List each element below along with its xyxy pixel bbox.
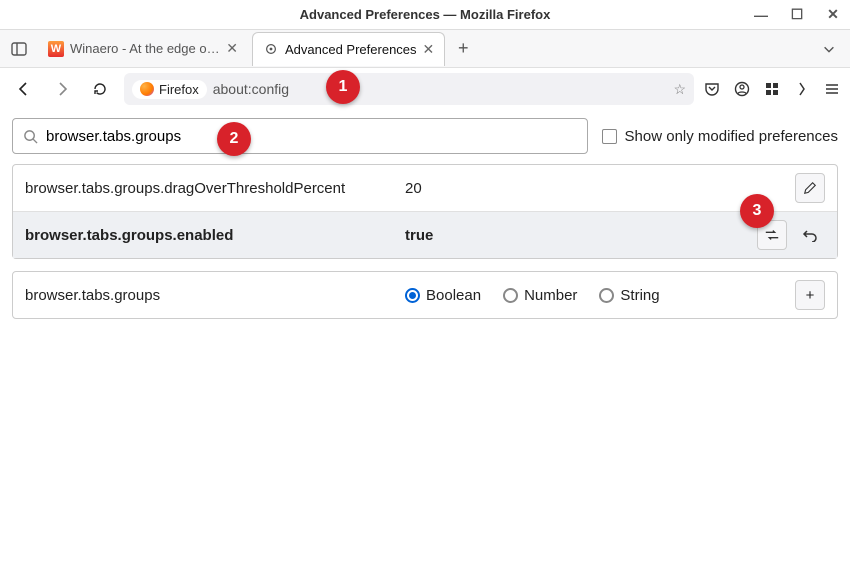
tab-advanced-preferences[interactable]: Advanced Preferences ✕ <box>252 32 445 66</box>
bookmark-star-icon[interactable]: ☆ <box>673 81 686 98</box>
pencil-icon <box>803 181 817 195</box>
pref-name: browser.tabs.groups.enabled <box>25 227 395 244</box>
maximize-button[interactable]: ☐ <box>786 6 808 23</box>
modified-label: Show only modified preferences <box>625 128 838 145</box>
tab-label: Advanced Preferences <box>285 42 417 57</box>
preference-row[interactable]: browser.tabs.groups.dragOverThresholdPer… <box>13 165 837 211</box>
radio-icon <box>405 288 420 303</box>
add-button[interactable]: + <box>795 280 825 310</box>
toggle-icon <box>764 228 780 242</box>
account-icon[interactable] <box>734 81 750 97</box>
gear-icon <box>263 41 279 57</box>
back-button[interactable] <box>10 75 38 103</box>
marker-1: 1 <box>326 70 360 104</box>
search-icon <box>23 129 38 144</box>
checkbox-icon[interactable] <box>602 129 617 144</box>
new-pref-name: browser.tabs.groups <box>25 287 395 304</box>
radio-string[interactable]: String <box>599 287 659 304</box>
tab-winaero[interactable]: W Winaero - At the edge of tw ✕ <box>38 32 248 66</box>
new-tab-button[interactable]: + <box>449 35 477 63</box>
tabs-overflow-icon[interactable] <box>812 42 846 56</box>
edit-button[interactable] <box>795 173 825 203</box>
radio-number[interactable]: Number <box>503 287 577 304</box>
reset-button[interactable] <box>795 220 825 250</box>
preference-row[interactable]: browser.tabs.groups.enabled true <box>13 211 837 258</box>
minimize-button[interactable]: — <box>750 7 772 23</box>
extensions-icon[interactable] <box>764 81 780 97</box>
type-radio-group: Boolean Number String <box>405 287 660 304</box>
marker-3: 3 <box>740 194 774 228</box>
address-bar[interactable]: Firefox about:config ☆ <box>124 73 694 105</box>
firefox-badge: Firefox <box>132 80 207 99</box>
search-row: Show only modified preferences <box>12 118 838 154</box>
pref-name: browser.tabs.groups.dragOverThresholdPer… <box>25 180 395 197</box>
plus-icon: + <box>806 287 815 304</box>
new-preference-row: browser.tabs.groups Boolean Number Strin… <box>12 271 838 319</box>
menu-icon[interactable] <box>824 81 840 97</box>
reload-button[interactable] <box>86 75 114 103</box>
overflow-icon[interactable] <box>794 81 810 97</box>
close-tab-icon[interactable]: ✕ <box>423 41 435 58</box>
url-text: about:config <box>213 81 289 97</box>
tab-label: Winaero - At the edge of tw <box>70 41 220 56</box>
sidebar-toggle-icon[interactable] <box>4 34 34 64</box>
window-controls: — ☐ ✕ <box>750 0 844 29</box>
search-field[interactable] <box>46 128 577 145</box>
pref-value: true <box>405 227 747 244</box>
preference-list: browser.tabs.groups.dragOverThresholdPer… <box>12 164 838 259</box>
radio-icon <box>503 288 518 303</box>
page-content: Show only modified preferences browser.t… <box>0 110 850 327</box>
pocket-icon[interactable] <box>704 81 720 97</box>
preference-search-input[interactable] <box>12 118 588 154</box>
show-modified-checkbox[interactable]: Show only modified preferences <box>602 128 838 145</box>
nav-toolbar: Firefox about:config ☆ <box>0 68 850 110</box>
pref-value: 20 <box>405 180 785 197</box>
radio-icon <box>599 288 614 303</box>
close-tab-icon[interactable]: ✕ <box>226 40 238 57</box>
close-button[interactable]: ✕ <box>822 6 844 23</box>
winaero-favicon-icon: W <box>48 41 64 57</box>
toolbar-right-icons <box>704 81 840 97</box>
badge-label: Firefox <box>159 82 199 97</box>
marker-2: 2 <box>217 122 251 156</box>
window-title: Advanced Preferences — Mozilla Firefox <box>300 7 551 22</box>
forward-button[interactable] <box>48 75 76 103</box>
undo-icon <box>802 228 818 242</box>
firefox-logo-icon <box>140 82 154 96</box>
title-bar: Advanced Preferences — Mozilla Firefox —… <box>0 0 850 30</box>
radio-boolean[interactable]: Boolean <box>405 287 481 304</box>
tab-strip: W Winaero - At the edge of tw ✕ Advanced… <box>0 30 850 68</box>
